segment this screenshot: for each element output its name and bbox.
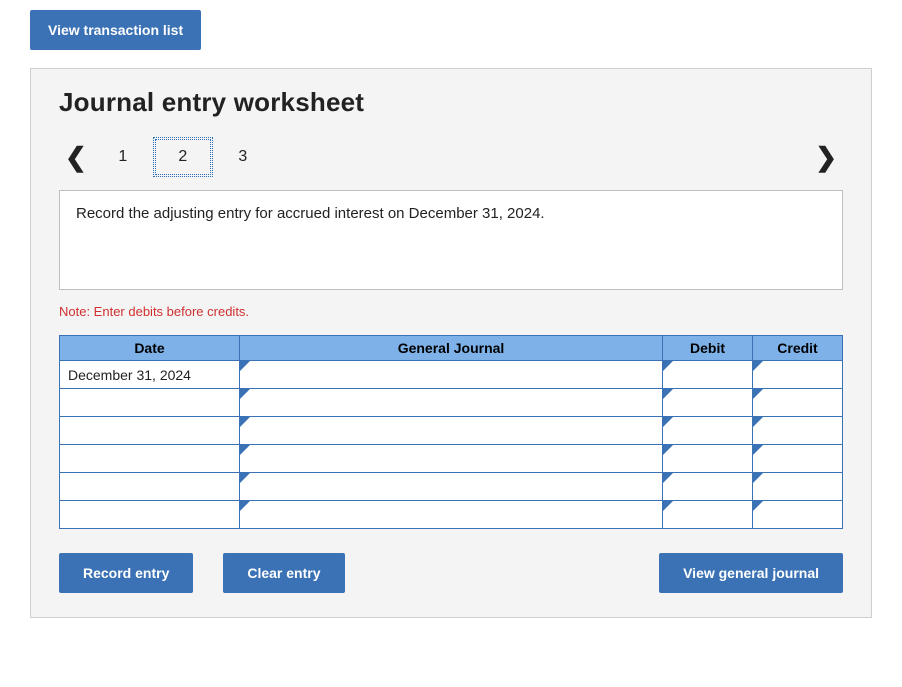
cell-general-journal[interactable] — [240, 417, 663, 445]
table-header-row: Date General Journal Debit Credit — [60, 336, 843, 361]
cell-credit[interactable] — [753, 417, 843, 445]
cell-general-journal[interactable] — [240, 501, 663, 529]
col-date: Date — [60, 336, 240, 361]
cell-date[interactable] — [60, 417, 240, 445]
cell-date[interactable]: December 31, 2024 — [60, 361, 240, 389]
cell-date[interactable] — [60, 501, 240, 529]
entry-instruction: Record the adjusting entry for accrued i… — [59, 190, 843, 290]
cell-debit[interactable] — [663, 389, 753, 417]
view-transaction-list-button[interactable]: View transaction list — [30, 10, 201, 50]
cell-general-journal[interactable] — [240, 473, 663, 501]
entry-tab-1[interactable]: 1 — [93, 138, 153, 176]
cell-general-journal[interactable] — [240, 361, 663, 389]
cell-debit[interactable] — [663, 361, 753, 389]
debits-before-credits-note: Note: Enter debits before credits. — [59, 304, 843, 319]
entry-tab-3[interactable]: 3 — [213, 138, 273, 176]
col-credit: Credit — [753, 336, 843, 361]
cell-credit[interactable] — [753, 473, 843, 501]
table-row — [60, 501, 843, 529]
entry-tab-2[interactable]: 2 — [153, 137, 213, 177]
cell-debit[interactable] — [663, 417, 753, 445]
cell-date[interactable] — [60, 445, 240, 473]
cell-credit[interactable] — [753, 361, 843, 389]
record-entry-button[interactable]: Record entry — [59, 553, 193, 593]
table-row — [60, 389, 843, 417]
cell-debit[interactable] — [663, 445, 753, 473]
action-button-row: Record entry Clear entry View general jo… — [59, 553, 843, 593]
journal-entry-table: Date General Journal Debit Credit Decemb… — [59, 335, 843, 529]
cell-debit[interactable] — [663, 473, 753, 501]
col-general-journal: General Journal — [240, 336, 663, 361]
worksheet-title: Journal entry worksheet — [59, 87, 843, 118]
table-row: December 31, 2024 — [60, 361, 843, 389]
cell-date[interactable] — [60, 473, 240, 501]
journal-worksheet-panel: Journal entry worksheet ❮ 1 2 3 ❯ Record… — [30, 68, 872, 618]
col-debit: Debit — [663, 336, 753, 361]
cell-debit[interactable] — [663, 501, 753, 529]
entry-nav: ❮ 1 2 3 ❯ — [59, 132, 843, 182]
table-row — [60, 417, 843, 445]
table-row — [60, 445, 843, 473]
clear-entry-button[interactable]: Clear entry — [223, 553, 344, 593]
view-general-journal-button[interactable]: View general journal — [659, 553, 843, 593]
cell-general-journal[interactable] — [240, 445, 663, 473]
chevron-left-icon[interactable]: ❮ — [59, 144, 93, 170]
cell-credit[interactable] — [753, 445, 843, 473]
cell-general-journal[interactable] — [240, 389, 663, 417]
cell-credit[interactable] — [753, 501, 843, 529]
cell-credit[interactable] — [753, 389, 843, 417]
table-row — [60, 473, 843, 501]
chevron-right-icon[interactable]: ❯ — [809, 144, 843, 170]
cell-date[interactable] — [60, 389, 240, 417]
